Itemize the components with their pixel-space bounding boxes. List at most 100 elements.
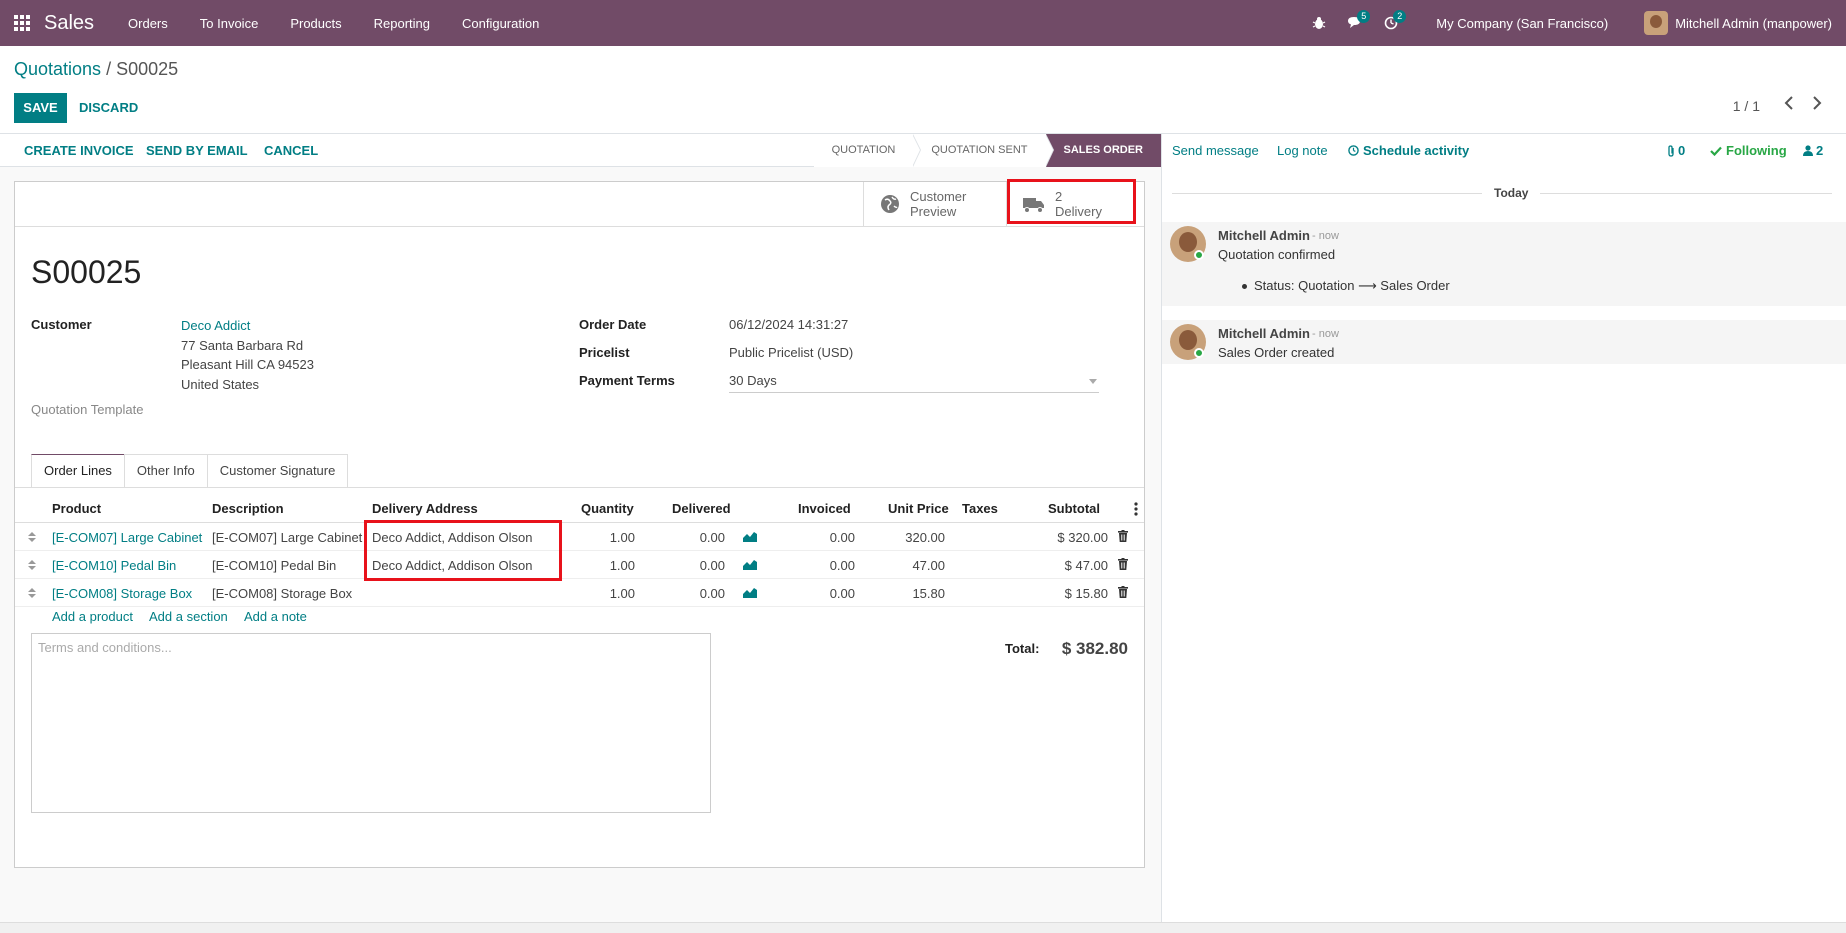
delivery-highlight-box: [1007, 179, 1136, 224]
row-product[interactable]: [E-COM07] Large Cabinet: [52, 530, 202, 545]
app-brand[interactable]: Sales: [44, 12, 94, 35]
pager-value[interactable]: 1 / 1: [1733, 98, 1760, 114]
company-switcher[interactable]: My Company (San Francisco): [1436, 16, 1608, 31]
row-subtotal: $ 15.80: [1064, 586, 1108, 601]
app-menu-button[interactable]: [0, 0, 44, 46]
row-unit-price[interactable]: 15.80: [875, 586, 945, 601]
tab-other-info[interactable]: Other Info: [123, 454, 208, 488]
add-product-link[interactable]: Add a product: [52, 609, 133, 624]
menu-to-invoice[interactable]: To Invoice: [184, 0, 275, 46]
chatter-message: Mitchell Admin - now Sales Order created: [1162, 320, 1846, 364]
log-note-button[interactable]: Log note: [1277, 134, 1328, 167]
menu-orders[interactable]: Orders: [112, 0, 184, 46]
row-description[interactable]: [E-COM10] Pedal Bin: [212, 558, 336, 573]
globe-icon: [881, 195, 899, 213]
clock-icon: [1348, 145, 1359, 156]
trash-icon[interactable]: [1118, 586, 1128, 601]
activities-clock-icon[interactable]: 2: [1376, 0, 1407, 46]
menu-reporting[interactable]: Reporting: [358, 0, 446, 46]
col-delivered[interactable]: Delivered: [672, 501, 731, 516]
paperclip-icon: [1668, 144, 1674, 157]
menu-configuration[interactable]: Configuration: [446, 0, 555, 46]
message-body: Quotation confirmed: [1218, 247, 1336, 262]
row-unit-price[interactable]: 320.00: [875, 530, 945, 545]
add-section-link[interactable]: Add a section: [149, 609, 228, 624]
chatter-panel: Send message Log note Schedule activity …: [1161, 134, 1846, 924]
message-author[interactable]: Mitchell Admin: [1218, 326, 1310, 341]
tracking-value-item: Status: Quotation ⟶ Sales Order: [1242, 278, 1450, 294]
row-product[interactable]: [E-COM10] Pedal Bin: [52, 558, 176, 573]
tabs-divider: [15, 487, 1144, 488]
forecast-chart-icon[interactable]: [743, 530, 757, 545]
breadcrumb-separator: /: [106, 59, 112, 79]
tab-order-lines[interactable]: Order Lines: [31, 454, 125, 488]
table-row[interactable]: [E-COM08] Storage Box [E-COM08] Storage …: [15, 579, 1144, 607]
debug-bug-icon[interactable]: [1304, 0, 1334, 46]
row-description[interactable]: [E-COM08] Storage Box: [212, 586, 352, 601]
forecast-chart-icon[interactable]: [743, 558, 757, 573]
attachments-button[interactable]: 0: [1667, 134, 1685, 167]
forecast-chart-icon[interactable]: [743, 586, 757, 601]
col-unit-price[interactable]: Unit Price: [888, 501, 949, 516]
smart-button-box: Customer Preview 2 Delivery: [15, 179, 1144, 227]
customer-name-link[interactable]: Deco Addict: [181, 318, 250, 333]
discard-button[interactable]: DISCARD: [79, 93, 138, 123]
trash-icon[interactable]: [1118, 530, 1128, 545]
customer-preview-button[interactable]: Customer Preview: [863, 182, 1006, 226]
customer-label: Customer: [31, 317, 92, 332]
stage-quotation-label: QUOTATION: [831, 144, 896, 156]
user-menu[interactable]: Mitchell Admin (manpower): [1644, 11, 1832, 35]
column-options-icon[interactable]: [1134, 502, 1138, 519]
horizontal-scrollbar[interactable]: [0, 922, 1846, 933]
row-delivered: 0.00: [699, 558, 725, 573]
today-separator: Today: [1172, 186, 1832, 200]
send-message-button[interactable]: Send message: [1172, 134, 1259, 167]
col-product[interactable]: Product: [52, 501, 101, 516]
stage-quotation-sent[interactable]: QUOTATION SENT: [913, 134, 1054, 167]
top-navbar: Sales Orders To Invoice Products Reporti…: [0, 0, 1846, 46]
drag-handle-icon[interactable]: [28, 560, 36, 570]
breadcrumb-quotations[interactable]: Quotations: [14, 59, 101, 79]
col-quantity[interactable]: Quantity: [581, 501, 634, 516]
row-invoiced: 0.00: [829, 530, 855, 545]
terms-and-conditions-field[interactable]: Terms and conditions...: [31, 633, 711, 813]
stage-quotation-sent-label: QUOTATION SENT: [931, 144, 1028, 156]
message-author[interactable]: Mitchell Admin: [1218, 228, 1310, 243]
table-row[interactable]: [E-COM10] Pedal Bin [E-COM10] Pedal Bin …: [15, 551, 1144, 579]
menu-products[interactable]: Products: [274, 0, 357, 46]
stage-quotation[interactable]: QUOTATION: [813, 134, 922, 167]
create-invoice-button[interactable]: CREATE INVOICE: [24, 134, 134, 167]
order-date-value: 06/12/2024 14:31:27: [729, 317, 849, 332]
row-product[interactable]: [E-COM08] Storage Box: [52, 586, 192, 601]
add-note-link[interactable]: Add a note: [244, 609, 307, 624]
row-quantity[interactable]: 1.00: [575, 586, 635, 601]
schedule-activity-button[interactable]: Schedule activity: [1348, 134, 1469, 167]
table-row[interactable]: [E-COM07] Large Cabinet [E-COM07] Large …: [15, 523, 1144, 551]
tab-customer-signature[interactable]: Customer Signature: [206, 454, 349, 488]
apps-grid-icon: [14, 15, 30, 31]
drag-handle-icon[interactable]: [28, 532, 36, 542]
col-description[interactable]: Description: [212, 501, 284, 516]
pager-previous-icon[interactable]: [1782, 94, 1796, 112]
row-quantity[interactable]: 1.00: [575, 558, 635, 573]
pager-next-icon[interactable]: [1810, 94, 1824, 112]
save-button[interactable]: SAVE: [14, 93, 67, 123]
followers-button[interactable]: 2: [1803, 134, 1823, 167]
col-taxes[interactable]: Taxes: [962, 501, 998, 516]
send-by-email-button[interactable]: SEND BY EMAIL: [146, 134, 248, 167]
cancel-order-button[interactable]: CANCEL: [264, 134, 318, 167]
col-delivery-address[interactable]: Delivery Address: [372, 501, 478, 516]
col-invoiced[interactable]: Invoiced: [798, 501, 851, 516]
row-description[interactable]: [E-COM07] Large Cabinet: [212, 530, 362, 545]
following-button[interactable]: Following: [1710, 134, 1787, 167]
drag-handle-icon[interactable]: [28, 588, 36, 598]
row-unit-price[interactable]: 47.00: [875, 558, 945, 573]
messages-icon[interactable]: 5: [1340, 0, 1371, 46]
col-subtotal[interactable]: Subtotal: [1048, 501, 1100, 516]
trash-icon[interactable]: [1118, 558, 1128, 573]
stage-sales-order[interactable]: SALES ORDER: [1045, 134, 1161, 167]
order-date-label: Order Date: [579, 317, 647, 332]
payment-terms-select[interactable]: 30 Days: [729, 371, 1099, 393]
pager-arrows: [1782, 94, 1824, 112]
row-quantity[interactable]: 1.00: [575, 530, 635, 545]
